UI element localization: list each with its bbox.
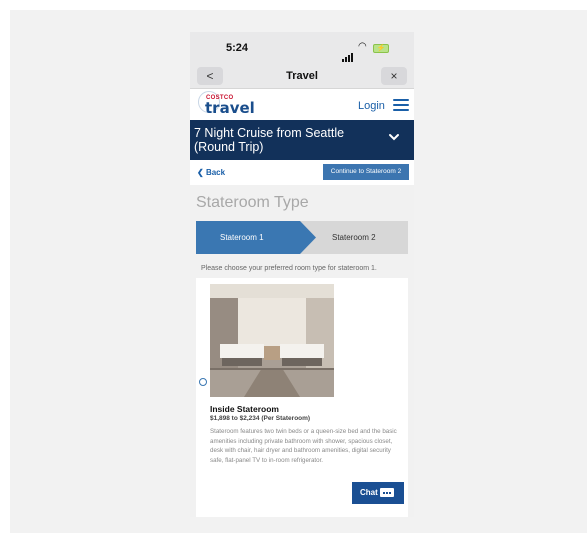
battery-icon: ⚡	[373, 44, 389, 53]
cruise-title-bar[interactable]: 7 Night Cruise from Seattle (Round Trip)	[190, 120, 414, 160]
page-title: Stateroom Type	[196, 194, 309, 211]
status-time: 5:24	[226, 42, 249, 54]
status-bar: 5:24 ◠ ⚡	[190, 32, 414, 62]
signal-icon	[342, 44, 354, 62]
room-photo	[210, 284, 334, 397]
chat-bubble-icon	[380, 488, 394, 497]
choose-prompt: Please choose your preferred room type f…	[201, 265, 377, 272]
room-photo-illustration	[210, 284, 334, 397]
browser-nav-bar: < Travel ×	[190, 62, 414, 89]
cruise-title: 7 Night Cruise from Seattle (Round Trip)	[194, 126, 345, 154]
step-1-label: Stateroom 1	[220, 233, 264, 242]
phone-screen: 5:24 ◠ ⚡ < Travel × COSTCO travel Login …	[190, 32, 414, 517]
step-nav-row: ❮ Back Continue to Stateroom 2	[190, 160, 414, 185]
login-link[interactable]: Login	[358, 100, 385, 112]
room-description: Stateroom features two twin beds or a qu…	[210, 428, 397, 464]
chevron-down-icon[interactable]	[388, 131, 400, 143]
step-2-label: Stateroom 2	[332, 233, 376, 242]
chat-label: Chat	[360, 488, 378, 497]
back-label: Back	[205, 168, 226, 177]
room-price: $1,898 to $2,234 (Per Stateroom)	[210, 415, 311, 422]
continue-button[interactable]: Continue to Stateroom 2	[323, 164, 409, 180]
menu-icon[interactable]	[393, 99, 409, 114]
wifi-icon: ◠	[358, 41, 367, 52]
back-link[interactable]: ❮ Back	[197, 168, 225, 177]
main-content: Stateroom Type Stateroom 1 Stateroom 2 P…	[190, 185, 414, 517]
site-header: COSTCO travel Login	[190, 89, 414, 120]
chat-button[interactable]: Chat	[352, 482, 404, 504]
step-indicator: Stateroom 1 Stateroom 2	[196, 221, 408, 254]
browser-close-button[interactable]: ×	[381, 67, 407, 85]
room-select-radio[interactable]	[199, 378, 207, 386]
logo-text[interactable]: travel	[205, 99, 255, 117]
room-name: Inside Stateroom	[210, 404, 279, 414]
